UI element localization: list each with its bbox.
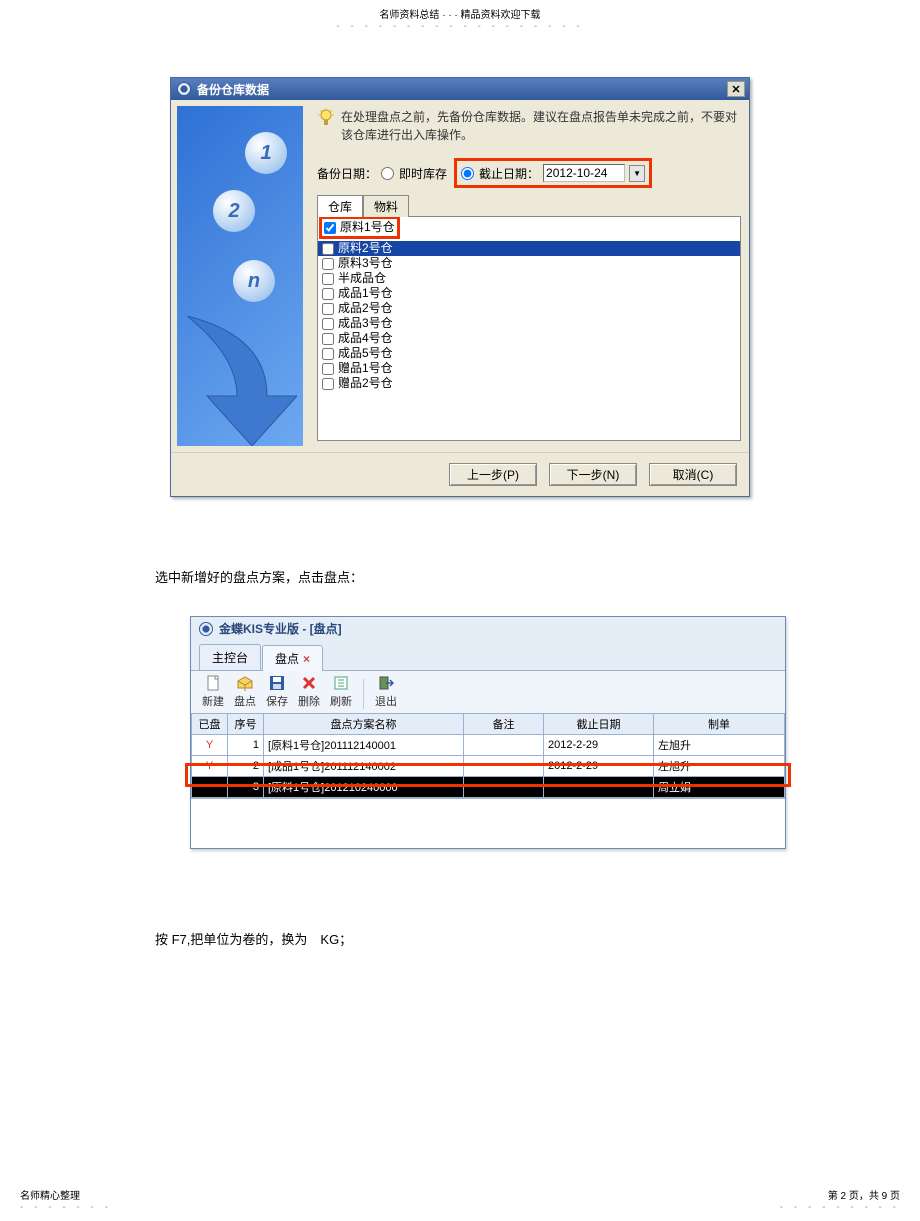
app-icon [199, 622, 213, 636]
warehouse-checkbox[interactable] [322, 333, 334, 345]
warehouse-item-label: 原料1号仓 [340, 220, 395, 235]
backup-dialog: 备份仓库数据 ✕ 1 2 n 在处理盘点之前，先备份仓库数据。建议在盘点报告单未… [170, 77, 750, 497]
warehouse-checkbox[interactable] [322, 303, 334, 315]
gear-icon [177, 82, 191, 96]
toolbar-separator [363, 679, 364, 709]
cutoff-date-input[interactable]: 2012-10-24 [543, 164, 625, 182]
table-row-selected[interactable]: 3 [原料1号仓]201210240000 周立娟 [192, 777, 785, 798]
table-row[interactable]: Y 2 [成品1号仓]201112140002 2012-2-29 左旭升 [192, 756, 785, 777]
tab-warehouse[interactable]: 仓库 [317, 195, 363, 217]
radio-cutoff[interactable]: 截止日期： [461, 165, 539, 182]
cancel-button[interactable]: 取消(C) [649, 463, 737, 486]
instruction-text-2: 按 F7,把单位为卷的，换为 KG； [155, 929, 900, 948]
radio-cutoff-label: 截止日期： [479, 165, 539, 182]
warehouse-item-label: 成品2号仓 [338, 301, 393, 316]
tb-exit-button[interactable]: 退出 [370, 675, 402, 709]
dialog-title: 备份仓库数据 [197, 81, 269, 98]
tb-refresh-button[interactable]: 刷新 [325, 675, 357, 709]
warehouse-checkbox[interactable] [322, 273, 334, 285]
instruction-text-1: 选中新增好的盘点方案，点击盘点： [155, 567, 900, 586]
footer-left: 名师精心整理 [20, 1191, 80, 1202]
tab-stocktake-label: 盘点 [275, 652, 299, 666]
tb-save-label: 保存 [266, 693, 288, 709]
toolbar: 新建 盘点 保存 删除 刷新 退出 [191, 671, 785, 713]
plan-grid[interactable]: 已盘 序号 盘点方案名称 备注 截止日期 制单 Y 1 [原料1号仓]20111… [191, 713, 785, 798]
warehouse-item-label: 赠品1号仓 [338, 361, 393, 376]
footer-right: 第 2 页，共 9 页 [828, 1191, 900, 1202]
warehouse-item-label: 半成品仓 [338, 271, 386, 286]
warehouse-checkbox[interactable] [324, 222, 336, 234]
warehouse-checkbox[interactable] [322, 243, 334, 255]
tb-new-button[interactable]: 新建 [197, 675, 229, 709]
kis-app-window: 金蝶KIS专业版 - [盘点] 主控台 盘点 × 新建 盘点 保存 删除 刷新 退… [190, 616, 786, 849]
col-maker[interactable]: 制单 [654, 714, 785, 735]
cutoff-highlight: 截止日期： 2012-10-24 ▼ [454, 158, 652, 188]
tab-stocktake[interactable]: 盘点 × [262, 645, 323, 671]
tab-main-console[interactable]: 主控台 [199, 644, 261, 670]
tb-exit-label: 退出 [375, 693, 397, 709]
warehouse-checkbox[interactable] [322, 258, 334, 270]
col-date[interactable]: 截止日期 [544, 714, 654, 735]
date-dropdown-button[interactable]: ▼ [629, 165, 645, 182]
dialog-titlebar: 备份仓库数据 ✕ [171, 78, 749, 100]
close-button[interactable]: ✕ [727, 81, 745, 97]
warehouse-item-label: 成品3号仓 [338, 316, 393, 331]
tb-stocktake-button[interactable]: 盘点 [229, 675, 261, 709]
tip-text: 在处理盘点之前，先备份仓库数据。建议在盘点报告单未完成之前，不要对该仓库进行出入… [341, 108, 741, 144]
footer-right-dots: - - - - - - - - - [780, 1202, 900, 1213]
lightbulb-icon [317, 108, 335, 128]
warehouse-checkbox[interactable] [322, 378, 334, 390]
wizard-sidebar: 1 2 n [177, 106, 303, 446]
doc-header-text: 名师资料总结 · · · 精品资料欢迎下载 [379, 10, 540, 21]
tb-stocktake-label: 盘点 [234, 693, 256, 709]
warehouse-checkbox[interactable] [322, 288, 334, 300]
radio-immediate[interactable]: 即时库存 [381, 165, 447, 182]
tab-material[interactable]: 物料 [363, 195, 409, 217]
first-item-highlight: 原料1号仓 [319, 216, 400, 239]
next-button[interactable]: 下一步(N) [549, 463, 637, 486]
doc-header-dots: - - - - - - - - - - - - - - - - - - [336, 21, 583, 32]
warehouse-checkbox[interactable] [322, 348, 334, 360]
tb-delete-button[interactable]: 删除 [293, 675, 325, 709]
tb-new-label: 新建 [202, 693, 224, 709]
app-title: 金蝶KIS专业版 - [盘点] [219, 620, 342, 637]
radio-immediate-label: 即时库存 [399, 165, 447, 182]
tb-delete-label: 删除 [298, 693, 320, 709]
table-row[interactable]: Y 1 [原料1号仓]201112140001 2012-2-29 左旭升 [192, 735, 785, 756]
step-2-icon: 2 [213, 190, 255, 232]
tab-close-icon[interactable]: × [303, 652, 310, 666]
col-seq[interactable]: 序号 [228, 714, 264, 735]
prev-button[interactable]: 上一步(P) [449, 463, 537, 486]
col-remark[interactable]: 备注 [464, 714, 544, 735]
tb-refresh-label: 刷新 [330, 693, 352, 709]
warehouse-item-label: 原料3号仓 [338, 256, 393, 271]
warehouse-item-label: 成品5号仓 [338, 346, 393, 361]
footer-left-dots: - - - - - - - [20, 1202, 112, 1213]
tb-save-button[interactable]: 保存 [261, 675, 293, 709]
warehouse-checkbox[interactable] [322, 318, 334, 330]
step-1-icon: 1 [245, 132, 287, 174]
warehouse-listbox[interactable]: 原料1号仓 原料2号仓 原料3号仓 半成品仓 成品1号仓 成品2号仓 成品3号仓… [317, 216, 741, 441]
col-name[interactable]: 盘点方案名称 [264, 714, 464, 735]
wizard-arrow-icon [187, 316, 297, 446]
warehouse-item-label: 成品4号仓 [338, 331, 393, 346]
warehouse-checkbox[interactable] [322, 363, 334, 375]
warehouse-item-label: 赠品2号仓 [338, 376, 393, 391]
warehouse-item-label: 原料2号仓 [338, 241, 393, 256]
warehouse-item-label: 成品1号仓 [338, 286, 393, 301]
step-n-icon: n [233, 260, 275, 302]
col-done[interactable]: 已盘 [192, 714, 228, 735]
backup-date-label: 备份日期： [317, 165, 377, 182]
